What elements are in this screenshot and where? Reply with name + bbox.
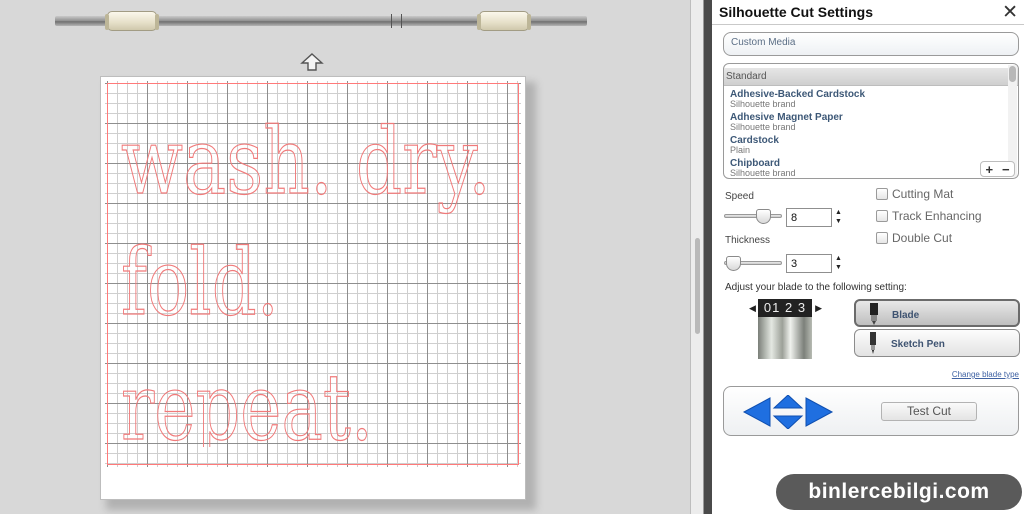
panel-divider — [704, 0, 712, 514]
media-group-header: Standard — [724, 68, 1018, 86]
dial-left-arrow-icon[interactable]: ◀ — [749, 303, 756, 314]
media-list[interactable]: Standard Adhesive-Backed Cardstock Silho… — [723, 63, 1019, 179]
blade-tool-label: Blade — [892, 310, 920, 321]
media-name: Cardstock — [730, 135, 779, 146]
pinch-roller-left — [105, 11, 159, 31]
sketch-pen-tool-label: Sketch Pen — [891, 339, 945, 350]
blade-dial: ◀ 01 2 3 4 ▶ — [749, 299, 822, 361]
thickness-input[interactable]: 3 — [786, 254, 832, 273]
speed-stepper[interactable]: ▲ ▼ — [834, 208, 843, 226]
change-blade-type-link[interactable]: Change blade type — [952, 370, 1019, 379]
close-icon[interactable]: ✕ — [1002, 3, 1018, 22]
media-subtitle: Silhouette brand — [730, 99, 796, 109]
thickness-stepper[interactable]: ▲ ▼ — [834, 254, 843, 272]
media-subtitle: Plain — [730, 145, 751, 155]
cutting-mat-checkbox[interactable] — [876, 188, 888, 200]
list-item[interactable]: Adhesive-Backed Cardstock Silhouette bra… — [724, 86, 1018, 109]
splitter-grip[interactable] — [695, 238, 700, 334]
cutting-mat-label: Cutting Mat — [892, 187, 954, 201]
cutting-mat[interactable]: wash. dry. fold. repeat. — [100, 76, 526, 500]
blade-adjust-label: Adjust your blade to the following setti… — [725, 282, 907, 293]
track-enhancing-checkbox[interactable] — [876, 210, 888, 222]
speed-input[interactable]: 8 — [786, 208, 832, 227]
cut-settings-panel: Silhouette Cut Settings ✕ Custom Media S… — [712, 0, 1024, 514]
design-text[interactable]: wash. dry. fold. repeat. — [121, 107, 521, 447]
add-media-button[interactable]: + — [985, 163, 993, 176]
speed-slider-thumb[interactable] — [756, 209, 771, 224]
rail-notch — [401, 14, 402, 28]
roller-bar — [55, 10, 587, 32]
double-cut-option[interactable]: Double Cut — [876, 231, 952, 245]
media-add-remove: + − — [980, 161, 1015, 177]
scrollbar-thumb[interactable] — [1009, 66, 1016, 82]
test-cut-button[interactable]: Test Cut — [881, 402, 977, 421]
watermark: binlercebilgi.com — [776, 474, 1022, 510]
double-cut-checkbox[interactable] — [876, 232, 888, 244]
cut-canvas-area[interactable]: wash. dry. fold. repeat. — [0, 0, 690, 514]
list-item[interactable]: Adhesive Magnet Paper Silhouette brand — [724, 109, 1018, 132]
title-divider — [712, 24, 1024, 25]
pinch-roller-right — [477, 11, 531, 31]
track-enhancing-label: Track Enhancing — [892, 209, 982, 223]
thickness-label: Thickness — [725, 235, 771, 246]
design-line-2[interactable]: fold. — [121, 228, 280, 336]
rail-notch — [391, 14, 392, 28]
track-enhancing-option[interactable]: Track Enhancing — [876, 209, 982, 223]
up-arrow-icon[interactable] — [300, 52, 324, 72]
move-left-arrow-icon[interactable] — [742, 397, 771, 427]
move-right-arrow-icon[interactable] — [805, 397, 834, 427]
list-item[interactable]: Cardstock Plain — [724, 132, 1018, 155]
double-cut-label: Double Cut — [892, 231, 953, 245]
speed-label: Speed — [725, 191, 754, 202]
dial-right-arrow-icon[interactable]: ▶ — [815, 303, 822, 314]
blade-icon — [864, 303, 884, 325]
custom-media-field[interactable]: Custom Media — [723, 32, 1019, 56]
test-cut-box: Test Cut — [723, 386, 1019, 436]
sketch-pen-icon — [863, 332, 883, 354]
blade-tool-button[interactable]: Blade — [854, 299, 1020, 327]
media-subtitle: Silhouette brand — [730, 168, 796, 178]
remove-media-button[interactable]: − — [1002, 163, 1010, 176]
cutting-mat-option[interactable]: Cutting Mat — [876, 187, 953, 201]
move-arrows — [742, 394, 834, 430]
thickness-slider-thumb[interactable] — [726, 256, 741, 271]
design-line-3[interactable]: repeat. — [121, 353, 374, 447]
sketch-pen-tool-button[interactable]: Sketch Pen — [854, 329, 1020, 357]
panel-splitter[interactable] — [690, 0, 704, 514]
speed-slider-track[interactable] — [724, 214, 782, 218]
panel-title: Silhouette Cut Settings — [719, 4, 873, 20]
move-down-arrow-icon[interactable] — [772, 415, 804, 430]
move-up-arrow-icon[interactable] — [772, 394, 804, 409]
list-item[interactable]: Chipboard Silhouette brand — [724, 155, 1018, 178]
design-line-1[interactable]: wash. dry. — [121, 107, 492, 215]
blade-dial-numbers: 01 2 3 4 — [758, 299, 812, 333]
blade-dial-body — [758, 317, 812, 359]
media-subtitle: Silhouette brand — [730, 122, 796, 132]
